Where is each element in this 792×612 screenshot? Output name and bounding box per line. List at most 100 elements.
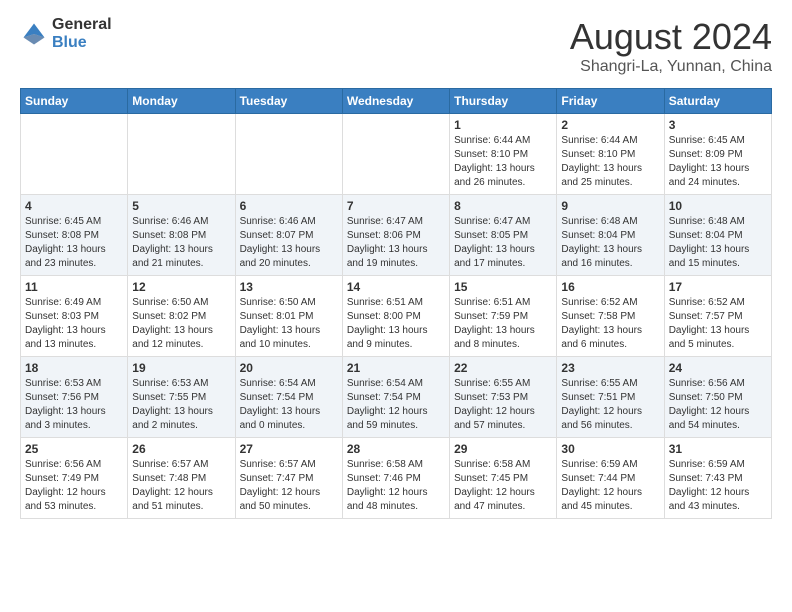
logo-icon [20,20,48,48]
calendar-cell: 31 Sunrise: 6:59 AM Sunset: 7:43 PM Dayli… [664,438,771,519]
calendar-week-row: 25 Sunrise: 6:56 AM Sunset: 7:49 PM Dayli… [21,438,772,519]
logo-text: General Blue [52,16,112,51]
calendar-cell: 28 Sunrise: 6:58 AM Sunset: 7:46 PM Dayli… [342,438,449,519]
day-info: Sunrise: 6:55 AM Sunset: 7:51 PM Dayligh… [561,377,659,433]
calendar-cell: 20 Sunrise: 6:54 AM Sunset: 7:54 PM Dayli… [235,357,342,438]
day-info: Sunrise: 6:47 AM Sunset: 8:05 PM Dayligh… [454,215,552,271]
day-number: 3 [669,118,767,132]
day-info: Sunrise: 6:44 AM Sunset: 8:10 PM Dayligh… [454,134,552,190]
day-number: 28 [347,442,445,456]
day-number: 9 [561,199,659,213]
day-info: Sunrise: 6:50 AM Sunset: 8:02 PM Dayligh… [132,296,230,352]
day-number: 16 [561,280,659,294]
day-number: 4 [25,199,123,213]
day-info: Sunrise: 6:46 AM Sunset: 8:08 PM Dayligh… [132,215,230,271]
calendar-week-row: 4 Sunrise: 6:45 AM Sunset: 8:08 PM Daylig… [21,195,772,276]
day-number: 24 [669,361,767,375]
day-info: Sunrise: 6:54 AM Sunset: 7:54 PM Dayligh… [240,377,338,433]
calendar-cell [235,114,342,195]
calendar-cell: 8Sunrise: 6:47 AM Sunset: 8:05 PM Daylig… [450,195,557,276]
calendar-cell: 10 Sunrise: 6:48 AM Sunset: 8:04 PM Dayli… [664,195,771,276]
day-info: Sunrise: 6:50 AM Sunset: 8:01 PM Dayligh… [240,296,338,352]
calendar-week-row: 11Sunrise: 6:49 AM Sunset: 8:03 PM Dayli… [21,276,772,357]
calendar-cell [128,114,235,195]
col-header-saturday: Saturday [664,89,771,114]
col-header-monday: Monday [128,89,235,114]
day-info: Sunrise: 6:58 AM Sunset: 7:46 PM Dayligh… [347,458,445,514]
day-number: 15 [454,280,552,294]
day-info: Sunrise: 6:45 AM Sunset: 8:08 PM Dayligh… [25,215,123,271]
calendar-cell: 11Sunrise: 6:49 AM Sunset: 8:03 PM Dayli… [21,276,128,357]
day-info: Sunrise: 6:48 AM Sunset: 8:04 PM Dayligh… [561,215,659,271]
day-number: 14 [347,280,445,294]
day-info: Sunrise: 6:44 AM Sunset: 8:10 PM Dayligh… [561,134,659,190]
calendar-cell: 14Sunrise: 6:51 AM Sunset: 8:00 PM Dayli… [342,276,449,357]
day-info: Sunrise: 6:53 AM Sunset: 7:55 PM Dayligh… [132,377,230,433]
day-info: Sunrise: 6:47 AM Sunset: 8:06 PM Dayligh… [347,215,445,271]
day-number: 7 [347,199,445,213]
calendar-header-row: SundayMondayTuesdayWednesdayThursdayFrid… [21,89,772,114]
calendar-cell: 13 Sunrise: 6:50 AM Sunset: 8:01 PM Dayli… [235,276,342,357]
logo-blue: Blue [52,34,112,52]
logo: General Blue [20,16,112,51]
day-number: 31 [669,442,767,456]
day-info: Sunrise: 6:52 AM Sunset: 7:58 PM Dayligh… [561,296,659,352]
calendar-cell: 5 Sunrise: 6:46 AM Sunset: 8:08 PM Daylig… [128,195,235,276]
day-info: Sunrise: 6:56 AM Sunset: 7:49 PM Dayligh… [25,458,123,514]
calendar-cell: 25 Sunrise: 6:56 AM Sunset: 7:49 PM Dayli… [21,438,128,519]
calendar-cell: 22Sunrise: 6:55 AM Sunset: 7:53 PM Dayli… [450,357,557,438]
day-info: Sunrise: 6:45 AM Sunset: 8:09 PM Dayligh… [669,134,767,190]
day-info: Sunrise: 6:52 AM Sunset: 7:57 PM Dayligh… [669,296,767,352]
day-number: 30 [561,442,659,456]
calendar-cell: 4 Sunrise: 6:45 AM Sunset: 8:08 PM Daylig… [21,195,128,276]
day-info: Sunrise: 6:46 AM Sunset: 8:07 PM Dayligh… [240,215,338,271]
day-number: 25 [25,442,123,456]
calendar-cell: 16 Sunrise: 6:52 AM Sunset: 7:58 PM Dayli… [557,276,664,357]
day-info: Sunrise: 6:53 AM Sunset: 7:56 PM Dayligh… [25,377,123,433]
calendar-cell: 23 Sunrise: 6:55 AM Sunset: 7:51 PM Dayli… [557,357,664,438]
day-info: Sunrise: 6:51 AM Sunset: 7:59 PM Dayligh… [454,296,552,352]
day-info: Sunrise: 6:48 AM Sunset: 8:04 PM Dayligh… [669,215,767,271]
day-number: 10 [669,199,767,213]
logo-general: General [52,16,112,34]
calendar-cell: 3 Sunrise: 6:45 AM Sunset: 8:09 PM Daylig… [664,114,771,195]
day-number: 1 [454,118,552,132]
calendar-week-row: 18 Sunrise: 6:53 AM Sunset: 7:56 PM Dayli… [21,357,772,438]
day-info: Sunrise: 6:57 AM Sunset: 7:48 PM Dayligh… [132,458,230,514]
col-header-thursday: Thursday [450,89,557,114]
calendar-week-row: 1 Sunrise: 6:44 AM Sunset: 8:10 PM Daylig… [21,114,772,195]
day-info: Sunrise: 6:59 AM Sunset: 7:43 PM Dayligh… [669,458,767,514]
calendar-title: August 2024 [570,16,772,58]
calendar-cell: 15 Sunrise: 6:51 AM Sunset: 7:59 PM Dayli… [450,276,557,357]
day-number: 21 [347,361,445,375]
col-header-friday: Friday [557,89,664,114]
day-number: 13 [240,280,338,294]
calendar-cell: 27Sunrise: 6:57 AM Sunset: 7:47 PM Dayli… [235,438,342,519]
calendar-cell: 30Sunrise: 6:59 AM Sunset: 7:44 PM Dayli… [557,438,664,519]
day-number: 5 [132,199,230,213]
calendar-cell: 26 Sunrise: 6:57 AM Sunset: 7:48 PM Dayli… [128,438,235,519]
calendar-cell: 12Sunrise: 6:50 AM Sunset: 8:02 PM Dayli… [128,276,235,357]
day-number: 27 [240,442,338,456]
col-header-wednesday: Wednesday [342,89,449,114]
calendar-cell: 29Sunrise: 6:58 AM Sunset: 7:45 PM Dayli… [450,438,557,519]
calendar-cell: 1 Sunrise: 6:44 AM Sunset: 8:10 PM Daylig… [450,114,557,195]
col-header-tuesday: Tuesday [235,89,342,114]
day-number: 23 [561,361,659,375]
calendar-cell: 9 Sunrise: 6:48 AM Sunset: 8:04 PM Daylig… [557,195,664,276]
calendar-cell [21,114,128,195]
day-number: 6 [240,199,338,213]
day-number: 26 [132,442,230,456]
day-info: Sunrise: 6:54 AM Sunset: 7:54 PM Dayligh… [347,377,445,433]
day-number: 20 [240,361,338,375]
calendar-cell: 7 Sunrise: 6:47 AM Sunset: 8:06 PM Daylig… [342,195,449,276]
calendar-cell: 24Sunrise: 6:56 AM Sunset: 7:50 PM Dayli… [664,357,771,438]
calendar-cell: 21 Sunrise: 6:54 AM Sunset: 7:54 PM Dayli… [342,357,449,438]
day-number: 29 [454,442,552,456]
title-block: August 2024 Shangri-La, Yunnan, China [570,16,772,76]
col-header-sunday: Sunday [21,89,128,114]
calendar-cell: 19 Sunrise: 6:53 AM Sunset: 7:55 PM Dayli… [128,357,235,438]
day-number: 19 [132,361,230,375]
day-number: 18 [25,361,123,375]
calendar-cell [342,114,449,195]
